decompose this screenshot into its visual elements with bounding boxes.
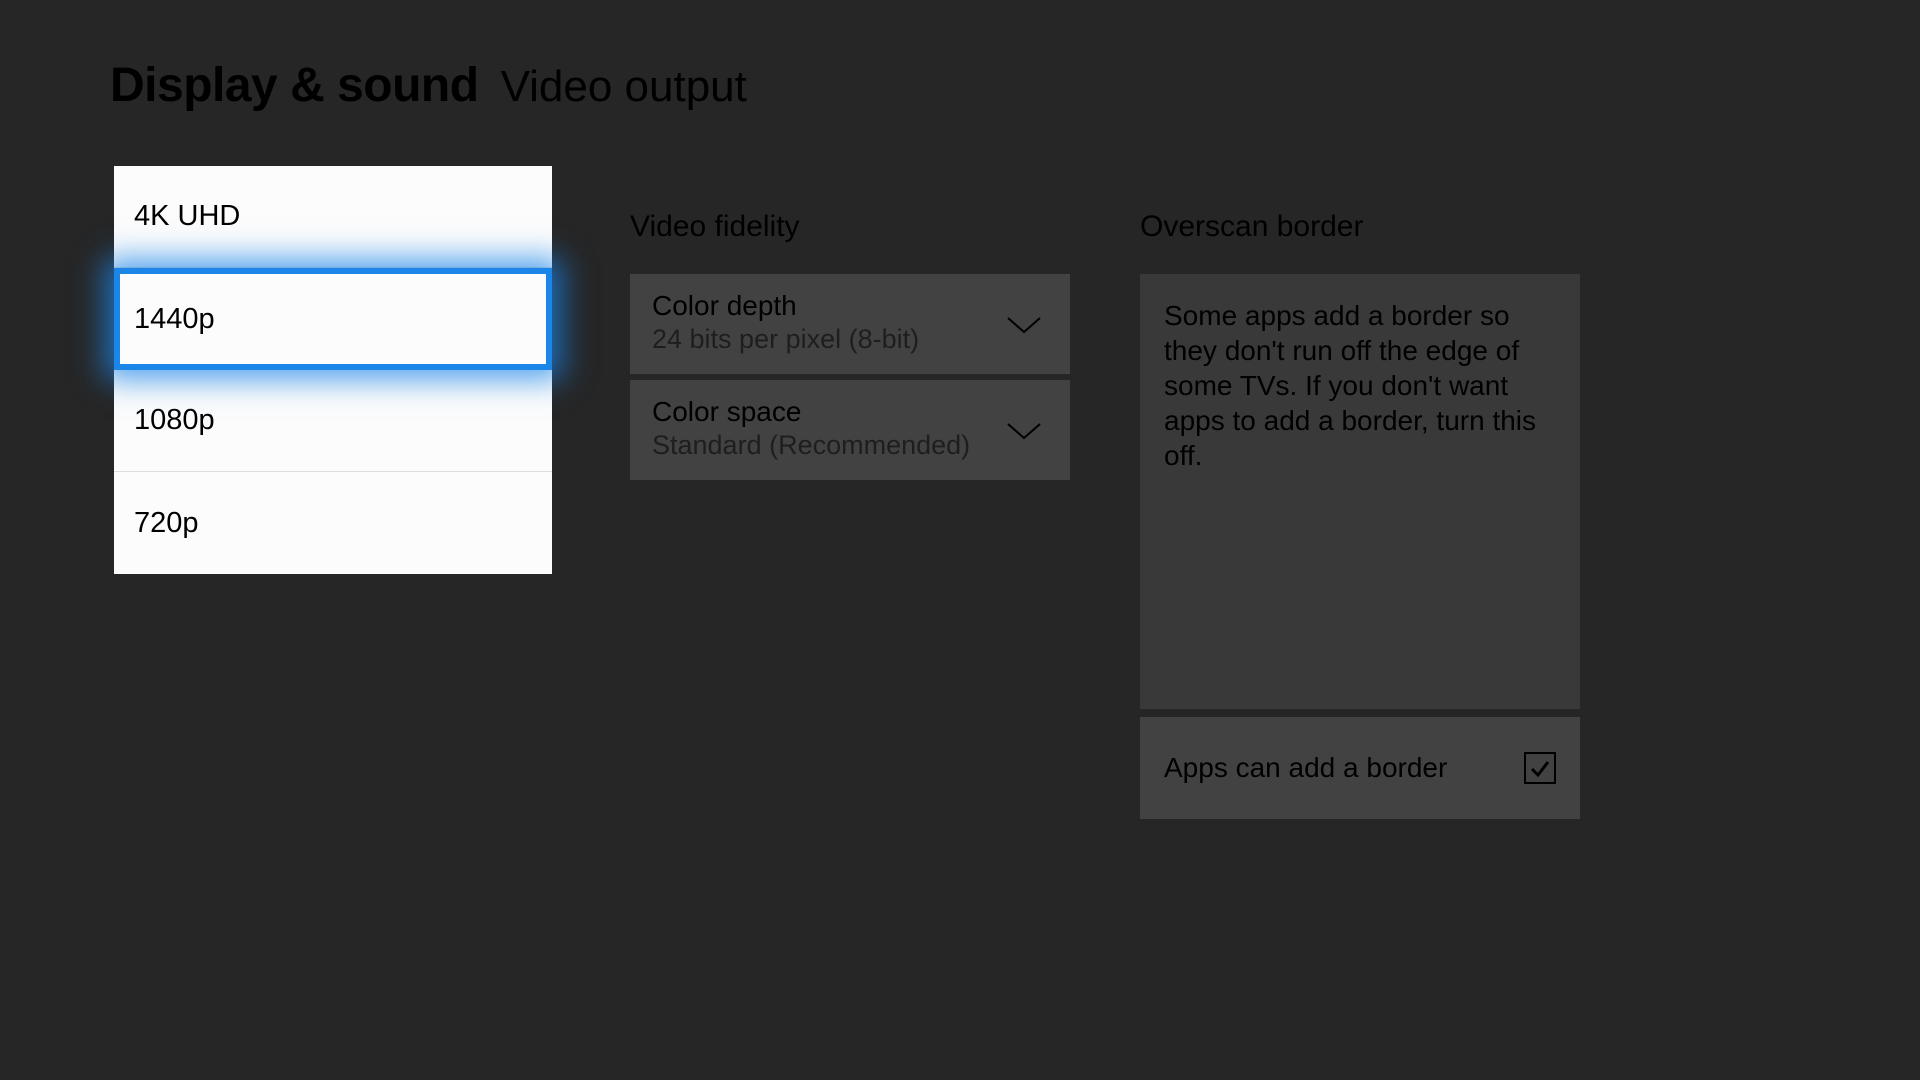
resolution-option-1080p[interactable]: 1080p bbox=[114, 370, 552, 472]
resolution-popup: 4K UHD 1440p 1080p 720p bbox=[114, 166, 552, 574]
resolution-option-720p[interactable]: 720p bbox=[114, 472, 552, 574]
resolution-option-1440p[interactable]: 1440p bbox=[114, 268, 552, 370]
resolution-option-4k-uhd[interactable]: 4K UHD bbox=[114, 166, 552, 268]
